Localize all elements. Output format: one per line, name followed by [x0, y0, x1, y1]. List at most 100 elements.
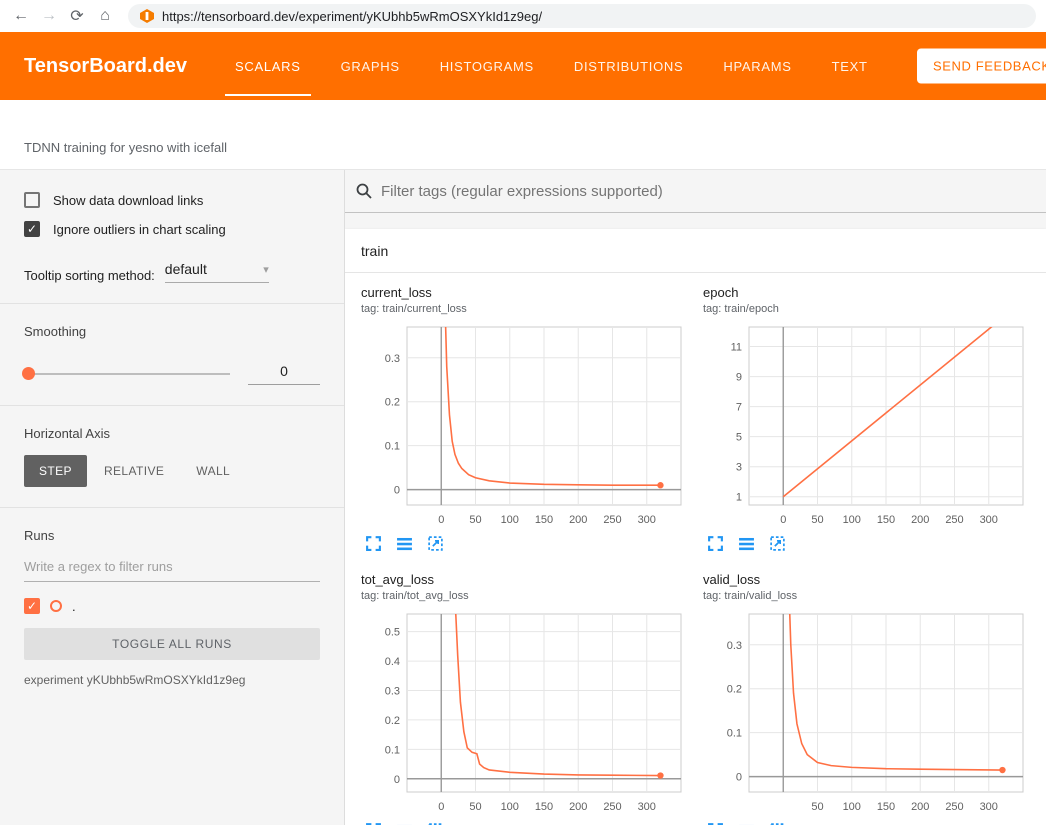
horizontal-axis-label: Horizontal Axis: [24, 426, 320, 441]
svg-text:200: 200: [569, 801, 587, 813]
fit-domain-icon[interactable]: [427, 535, 444, 552]
tooltip-sorting-dropdown[interactable]: default ▾: [165, 261, 269, 283]
ignore-outliers-label: Ignore outliers in chart scaling: [53, 222, 226, 237]
charts-grid: current_loss tag: train/current_loss 050…: [345, 273, 1046, 825]
experiment-subheader: TDNN training for yesno with icefall: [0, 100, 1046, 170]
svg-text:200: 200: [569, 514, 587, 526]
run-item[interactable]: ✓ .: [24, 598, 320, 614]
home-icon[interactable]: ⌂: [94, 7, 116, 25]
chart-tot-avg-loss: tot_avg_loss tag: train/tot_avg_loss 0 50…: [361, 572, 691, 825]
tab-text[interactable]: TEXT: [812, 32, 888, 100]
divider: [0, 405, 344, 406]
experiment-name: experiment yKUbhb5wRmOSXYkId1z9eg: [24, 673, 320, 687]
smoothing-slider[interactable]: [24, 373, 230, 375]
run-label: .: [72, 599, 76, 614]
step-button[interactable]: STEP: [24, 455, 87, 487]
expand-chart-icon[interactable]: [707, 535, 724, 552]
svg-text:3: 3: [736, 462, 742, 474]
svg-text:250: 250: [945, 801, 963, 813]
chart-canvas-valid-loss[interactable]: 5010015020025030000.10.20.3: [703, 608, 1033, 820]
tab-hparams[interactable]: HPARAMS: [703, 32, 811, 100]
chart-tag: tag: train/tot_avg_loss: [361, 590, 691, 602]
forward-icon[interactable]: →: [38, 7, 60, 25]
send-feedback-button[interactable]: SEND FEEDBACK: [917, 49, 1046, 84]
tag-filter-row: [345, 170, 1046, 213]
runs-filter-input[interactable]: [24, 559, 320, 582]
svg-text:100: 100: [501, 514, 519, 526]
ignore-outliers-option[interactable]: ✓ Ignore outliers in chart scaling: [24, 221, 320, 237]
train-card: train current_loss tag: train/current_lo…: [345, 229, 1046, 825]
svg-text:0: 0: [780, 514, 786, 526]
svg-text:250: 250: [603, 514, 621, 526]
chart-title: epoch: [703, 285, 1033, 300]
svg-text:5: 5: [736, 432, 742, 444]
tab-graphs[interactable]: GRAPHS: [321, 32, 420, 100]
run-checkbox[interactable]: ✓: [24, 598, 40, 614]
chart-toolbar: [361, 535, 691, 552]
svg-text:50: 50: [811, 514, 823, 526]
smoothing-row: 0: [24, 363, 320, 385]
back-icon[interactable]: ←: [10, 7, 32, 25]
view-data-icon[interactable]: [738, 535, 755, 552]
chart-canvas-tot-avg-loss[interactable]: 05010015020025030000.10.20.30.40.5: [361, 608, 691, 820]
svg-text:50: 50: [469, 514, 481, 526]
smoothing-value[interactable]: 0: [248, 363, 320, 385]
svg-text:300: 300: [638, 801, 656, 813]
tooltip-sorting-row: Tooltip sorting method: default ▾: [24, 261, 320, 283]
svg-text:200: 200: [911, 514, 929, 526]
svg-text:0: 0: [394, 774, 400, 786]
svg-text:50: 50: [811, 801, 823, 813]
brand-logo[interactable]: TensorBoard.dev: [24, 55, 187, 78]
address-bar[interactable]: https://tensorboard.dev/experiment/yKUbh…: [128, 4, 1036, 28]
toggle-all-runs-button[interactable]: TOGGLE ALL RUNS: [24, 628, 320, 660]
svg-text:50: 50: [469, 801, 481, 813]
svg-text:0: 0: [438, 801, 444, 813]
svg-text:150: 150: [877, 801, 895, 813]
chart-current-loss: current_loss tag: train/current_loss 050…: [361, 285, 691, 552]
horizontal-axis-buttons: STEP RELATIVE WALL: [24, 455, 320, 487]
svg-text:0.5: 0.5: [385, 627, 400, 639]
tab-scalars[interactable]: SCALARS: [215, 32, 321, 100]
expand-chart-icon[interactable]: [365, 535, 382, 552]
content: Show data download links ✓ Ignore outlie…: [0, 170, 1046, 825]
smoothing-label: Smoothing: [24, 324, 320, 339]
svg-text:0.2: 0.2: [385, 715, 400, 727]
svg-text:0.3: 0.3: [385, 685, 400, 697]
chart-canvas-epoch[interactable]: 0501001502002503001357911: [703, 321, 1033, 533]
fit-domain-icon[interactable]: [769, 535, 786, 552]
experiment-title: TDNN training for yesno with icefall: [24, 140, 227, 155]
section-title-train[interactable]: train: [345, 229, 1046, 273]
chart-tag: tag: train/current_loss: [361, 303, 691, 315]
wall-button[interactable]: WALL: [181, 455, 245, 487]
show-download-links-checkbox[interactable]: [24, 192, 40, 208]
browser-chrome: ← → ⟳ ⌂ https://tensorboard.dev/experime…: [0, 0, 1046, 32]
search-icon: [355, 182, 373, 200]
svg-text:0.2: 0.2: [385, 397, 400, 409]
chart-tag: tag: train/epoch: [703, 303, 1033, 315]
show-download-links-label: Show data download links: [53, 193, 203, 208]
app-header: TensorBoard.dev SCALARS GRAPHS HISTOGRAM…: [0, 32, 1046, 100]
svg-text:0.1: 0.1: [727, 728, 742, 740]
svg-text:300: 300: [638, 514, 656, 526]
svg-text:150: 150: [877, 514, 895, 526]
chart-canvas-current-loss[interactable]: 05010015020025030000.10.20.3: [361, 321, 691, 533]
tab-distributions[interactable]: DISTRIBUTIONS: [554, 32, 704, 100]
tag-filter-input[interactable]: [381, 183, 1046, 200]
svg-text:1: 1: [736, 492, 742, 504]
ignore-outliers-checkbox[interactable]: ✓: [24, 221, 40, 237]
svg-text:0.3: 0.3: [727, 640, 742, 652]
svg-text:11: 11: [731, 342, 742, 354]
chart-title: tot_avg_loss: [361, 572, 691, 587]
show-download-links-option[interactable]: Show data download links: [24, 192, 320, 208]
svg-text:0: 0: [736, 772, 742, 784]
reload-icon[interactable]: ⟳: [66, 6, 88, 26]
sidebar: Show data download links ✓ Ignore outlie…: [0, 170, 345, 825]
relative-button[interactable]: RELATIVE: [89, 455, 179, 487]
smoothing-slider-thumb[interactable]: [22, 367, 35, 380]
view-data-icon[interactable]: [396, 535, 413, 552]
tab-histograms[interactable]: HISTOGRAMS: [420, 32, 554, 100]
svg-text:0.1: 0.1: [385, 441, 400, 453]
svg-text:100: 100: [843, 514, 861, 526]
svg-text:150: 150: [535, 801, 553, 813]
svg-text:200: 200: [911, 801, 929, 813]
